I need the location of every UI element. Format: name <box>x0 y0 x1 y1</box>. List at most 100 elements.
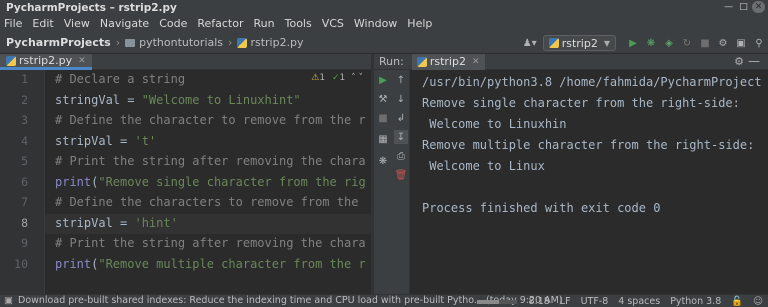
line-number[interactable]: 8 <box>0 216 28 230</box>
inspection-widget[interactable]: ⚠1 ✓1 ˄ ˅ <box>311 73 363 83</box>
menu-help[interactable]: Help <box>402 17 437 30</box>
code-line: stripVal = 'hint' <box>55 216 178 230</box>
menu-view[interactable]: View <box>59 17 95 30</box>
close-icon[interactable]: ✕ <box>752 1 765 13</box>
user-icon[interactable]: ♟▾ <box>521 34 539 52</box>
console-line: Remove multiple character from the right… <box>422 138 755 152</box>
line-number[interactable]: 4 <box>0 134 28 148</box>
wrench-icon[interactable]: ⚙ <box>714 34 732 52</box>
code-token: stringVal = <box>55 92 142 107</box>
code-token: "Welcome to Linuxhint" <box>141 92 301 107</box>
lock-icon[interactable]: 🔓 <box>726 296 748 307</box>
menu-bar: File Edit View Navigate Code Refactor Ru… <box>0 15 768 32</box>
stop-icon[interactable]: ■ <box>376 111 390 125</box>
python-interpreter[interactable]: Python 3.8 <box>665 296 726 307</box>
line-number[interactable]: 3 <box>0 113 28 127</box>
stop-icon[interactable]: ■ <box>696 34 714 52</box>
inspector-icon[interactable]: ☺ <box>748 296 768 307</box>
folder-icon <box>125 38 136 47</box>
run-console-output[interactable]: /usr/bin/python3.8 /home/fahmida/Pycharm… <box>411 70 768 294</box>
code-token: # Print the string after removing the ch… <box>55 236 366 250</box>
tab-rstrip2-py[interactable]: rstrip2.py ✕ <box>0 54 92 70</box>
debug-icon[interactable]: ❋ <box>642 34 660 52</box>
minimize-icon[interactable]: — <box>722 1 735 13</box>
gear-icon[interactable]: ⚙ <box>734 55 744 68</box>
soft-wrap-icon[interactable]: ↲ <box>394 111 408 125</box>
hide-panel-icon[interactable]: — <box>748 54 760 68</box>
window-title: PycharmProjects – rstrip2.py <box>6 1 177 14</box>
close-tab-icon[interactable]: ✕ <box>78 56 86 66</box>
menu-file[interactable]: File <box>0 17 27 30</box>
menu-edit[interactable]: Edit <box>27 17 58 30</box>
file-encoding[interactable]: UTF-8 <box>576 296 614 307</box>
console-line: Process finished with exit code 0 <box>422 201 661 215</box>
chevron-up-icon: ˄ <box>351 73 356 83</box>
breadcrumb-file[interactable]: › rstrip2.py <box>223 36 304 49</box>
code-token: 'hint' <box>134 215 178 230</box>
line-number[interactable]: 6 <box>0 175 28 189</box>
line-separator[interactable]: LF <box>555 296 576 307</box>
progress-fill <box>477 299 500 304</box>
breadcrumb-project[interactable]: PycharmProjects <box>0 36 111 49</box>
title-bar: PycharmProjects – rstrip2.py — □ ✕ <box>0 0 768 15</box>
menu-tools[interactable]: Tools <box>280 17 317 30</box>
code-line: stringVal = "Welcome to Linuxhint" <box>55 93 301 107</box>
menu-window[interactable]: Window <box>349 17 402 30</box>
line-number[interactable]: 7 <box>0 195 28 209</box>
code-token: # Declare a string <box>55 72 186 86</box>
scroll-to-end-icon[interactable]: ↧ <box>394 130 408 144</box>
code-token: stripVal = <box>55 133 135 148</box>
profile-icon[interactable]: ↻ <box>678 34 696 52</box>
indent-setting[interactable]: 4 spaces <box>613 296 665 307</box>
trash-icon[interactable]: 🗑 <box>394 168 408 182</box>
code-token: print <box>55 174 92 189</box>
menu-navigate[interactable]: Navigate <box>95 17 154 30</box>
code-token: 't' <box>134 133 157 148</box>
breadcrumb-folder[interactable]: › pythontutorials <box>111 36 223 49</box>
layout-icon[interactable]: ▦ <box>376 132 390 146</box>
menu-vcs[interactable]: VCS <box>317 17 349 30</box>
caret-position[interactable]: 8:18 <box>523 296 554 307</box>
run-label: Run: <box>379 55 404 68</box>
run-panel-header: Run: rstrip2 ✕ ⚙ — <box>374 53 768 70</box>
arrow-up-icon[interactable]: ↑ <box>394 73 408 87</box>
code-line: # Print the string after removing the ch… <box>55 236 366 250</box>
search-icon[interactable]: ⚲ <box>750 34 768 52</box>
python-file-icon <box>416 56 427 67</box>
line-number[interactable]: 1 <box>0 72 28 86</box>
run-configuration-select[interactable]: rstrip2 ▼ <box>542 35 616 51</box>
code-line: # Declare a string <box>55 72 185 86</box>
layout-icon[interactable]: ▣ <box>732 34 750 52</box>
code-line: # Define the character to remove from th… <box>55 113 366 127</box>
indexing-progress-bar[interactable] <box>477 299 518 304</box>
line-number[interactable]: 5 <box>0 154 28 168</box>
console-line: Remove single character from the right-s… <box>422 96 740 110</box>
code-line: stripVal = 't' <box>55 134 156 148</box>
line-number[interactable]: 9 <box>0 236 28 250</box>
code-editor[interactable]: 1 2 3 4 5 6 7 8 9 10 # Declare a string stringVal … <box>0 70 371 294</box>
code-token: # Define the characters to remove from t… <box>55 195 359 209</box>
run-icon[interactable]: ▶ <box>624 34 642 52</box>
line-number[interactable]: 2 <box>0 93 28 107</box>
rerun-icon[interactable]: ▶ <box>376 73 390 87</box>
navigation-bar: PycharmProjects › pythontutorials › rstr… <box>0 32 768 54</box>
run-toolbar-right: ↑ ↓ ↲ ↧ ⎙ 🗑 <box>392 70 410 294</box>
close-tab-icon[interactable]: ✕ <box>472 57 480 67</box>
menu-run[interactable]: Run <box>249 17 280 30</box>
run-tab-rstrip2[interactable]: rstrip2 ✕ <box>411 53 485 70</box>
line-number[interactable]: 10 <box>0 257 28 271</box>
print-icon[interactable]: ⎙ <box>394 149 408 163</box>
pin-icon[interactable]: ❋ <box>376 154 390 168</box>
maximize-icon[interactable]: □ <box>737 1 750 13</box>
arrow-down-icon[interactable]: ↓ <box>394 92 408 106</box>
status-widgets: 8:18 LF UTF-8 4 spaces Python 3.8 🔓 ☺ <box>471 295 768 307</box>
wrench-icon[interactable]: ⚒ <box>376 92 390 106</box>
coverage-icon[interactable]: ◈ <box>660 34 678 52</box>
python-file-icon <box>6 55 16 66</box>
menu-code[interactable]: Code <box>154 17 192 30</box>
code-line: print("Remove multiple character from th… <box>55 257 366 271</box>
status-bar: ▣ Download pre-built shared indexes: Red… <box>0 294 768 307</box>
menu-refactor[interactable]: Refactor <box>192 17 248 30</box>
code-line: # Define the characters to remove from t… <box>55 195 358 209</box>
toggle-tool-windows-icon[interactable]: ▣ <box>4 295 13 306</box>
